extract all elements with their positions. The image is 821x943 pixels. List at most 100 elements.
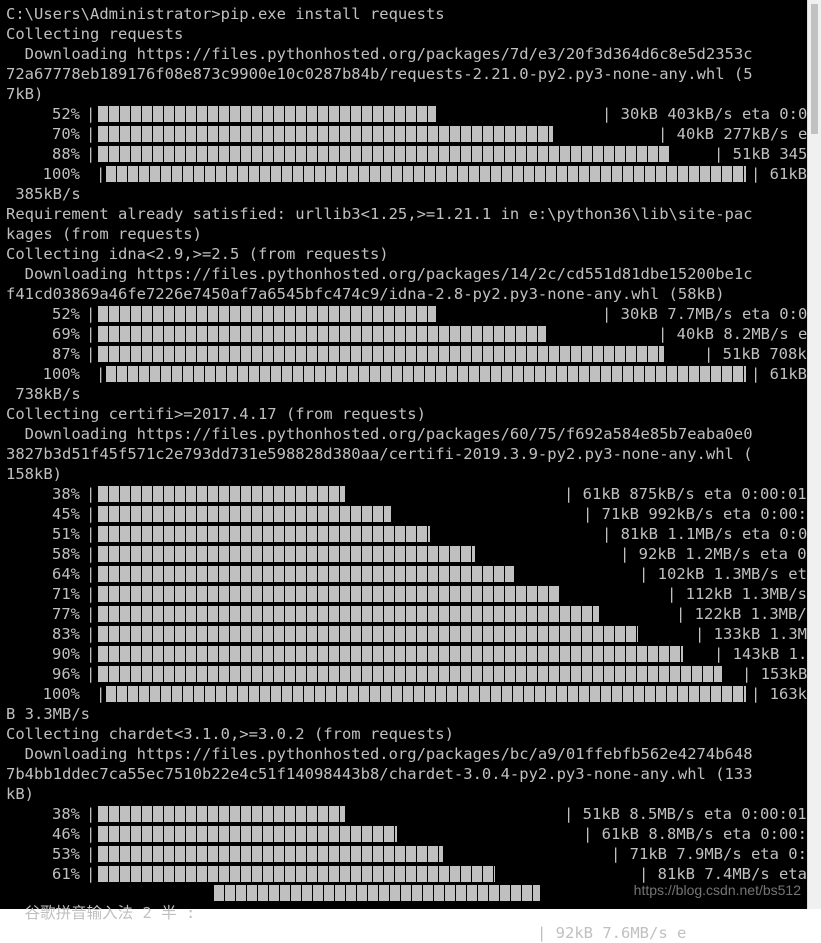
progress-bar-fill	[98, 326, 546, 342]
console-line: kB)	[6, 785, 34, 803]
progress-pipe: |	[86, 305, 96, 323]
progress-pipe: |	[86, 845, 96, 863]
progress-tail: | 30kB 403kB/s eta 0:0	[602, 105, 807, 123]
progress-tail: | 143kB 1.	[714, 645, 807, 663]
progress-tail: | 71kB 7.9MB/s eta 0:	[611, 845, 807, 863]
progress-tail: | 51kB 8.5MB/s eta 0:00:01	[564, 805, 807, 823]
progress-pipe: |	[86, 505, 96, 523]
progress-pipe: |	[86, 625, 96, 643]
console-line: 7kB)	[6, 85, 44, 103]
ime-progress-bar-fill	[214, 885, 540, 901]
progress-row: 71% | | 112kB 1.3MB/s	[0, 584, 807, 604]
progress-percent: 71%	[52, 585, 80, 603]
progress-row: 88% | | 51kB 345	[0, 144, 807, 164]
progress-tail: | 163k	[751, 685, 807, 703]
progress-row: 100% | | 163k	[0, 684, 807, 704]
progress-pipe: |	[96, 365, 106, 383]
progress-percent: 87%	[52, 345, 80, 363]
progress-bar-fill	[98, 646, 683, 662]
progress-pipe: |	[86, 105, 96, 123]
progress-row: 64% | | 102kB 1.3MB/s et	[0, 564, 807, 584]
progress-percent: 96%	[52, 665, 80, 683]
progress-bar-fill	[98, 106, 436, 122]
progress-tail: | 51kB 345	[714, 145, 807, 163]
progress-bar-fill	[98, 506, 391, 522]
progress-pipe: |	[86, 525, 96, 543]
progress-pipe: |	[96, 165, 106, 183]
progress-percent: 52%	[52, 105, 80, 123]
progress-bar-fill	[106, 366, 746, 382]
progress-row: 100% | | 61kB	[0, 164, 807, 184]
progress-tail: | 102kB 1.3MB/s et	[639, 565, 807, 583]
progress-bar-fill	[98, 486, 345, 502]
progress-percent: 61%	[52, 865, 80, 883]
progress-percent: 52%	[52, 305, 80, 323]
progress-bar-fill	[98, 606, 599, 622]
progress-row: 70% | | 40kB 277kB/s e	[0, 124, 807, 144]
vertical-scrollbar[interactable]	[807, 0, 821, 909]
scrollbar-thumb[interactable]	[811, 4, 818, 134]
progress-row: 61% | | 81kB 7.4MB/s eta	[0, 864, 807, 884]
progress-row: 100% | | 61kB	[0, 364, 807, 384]
progress-bar-fill	[98, 526, 430, 542]
console-line: 3827b3d51f45f571c2e793dd731e598828d380aa…	[6, 445, 753, 463]
console-line: Collecting certifi>=2017.4.17 (from requ…	[6, 405, 426, 423]
progress-percent: 38%	[52, 805, 80, 823]
progress-pipe: |	[86, 605, 96, 623]
progress-tail: | 81kB 7.4MB/s eta	[639, 865, 807, 883]
progress-percent: 53%	[52, 845, 80, 863]
progress-bar-fill	[98, 666, 722, 682]
progress-pipe: |	[86, 665, 96, 683]
progress-tail: | 112kB 1.3MB/s	[667, 585, 807, 603]
progress-pipe: |	[86, 645, 96, 663]
progress-tail: | 81kB 1.1MB/s eta 0:0	[602, 525, 807, 543]
progress-percent: 58%	[52, 545, 80, 563]
progress-percent: 45%	[52, 505, 80, 523]
progress-percent: 70%	[52, 125, 80, 143]
console-line: Downloading https://files.pythonhosted.o…	[6, 265, 753, 283]
console-window[interactable]: C:\Users\Administrator>pip.exe install r…	[0, 0, 807, 909]
progress-tail: | 133kB 1.3M	[695, 625, 807, 643]
progress-bar-fill	[98, 866, 495, 882]
progress-percent: 46%	[52, 825, 80, 843]
progress-pipe: |	[86, 865, 96, 883]
progress-row: 38% | | 51kB 8.5MB/s eta 0:00:01	[0, 804, 807, 824]
progress-tail: | 61kB 8.8MB/s eta 0:00:	[583, 825, 807, 843]
progress-percent: 88%	[52, 145, 80, 163]
progress-percent: 69%	[52, 325, 80, 343]
progress-pipe: |	[86, 145, 96, 163]
progress-tail: | 51kB 708k	[704, 345, 807, 363]
progress-percent: 64%	[52, 565, 80, 583]
progress-tail: | 153kB	[742, 665, 807, 683]
progress-row: 52% | | 30kB 403kB/s eta 0:0	[0, 104, 807, 124]
progress-row: 87% | | 51kB 708k	[0, 344, 807, 364]
progress-percent: 38%	[52, 485, 80, 503]
progress-bar-fill	[98, 126, 553, 142]
console-line: f41cd03869a46fe7226e7450af7a6545bfc474c9…	[6, 285, 725, 303]
progress-row: 83% | | 133kB 1.3M	[0, 624, 807, 644]
progress-row: 51% | | 81kB 1.1MB/s eta 0:0	[0, 524, 807, 544]
progress-row: 77% | | 122kB 1.3MB/	[0, 604, 807, 624]
progress-percent: 100%	[42, 165, 80, 183]
progress-row: 90% | | 143kB 1.	[0, 644, 807, 664]
progress-pipe: |	[86, 485, 96, 503]
console-line: Collecting requests	[6, 25, 184, 43]
progress-bar-fill	[98, 586, 560, 602]
console-line: Collecting chardet<3.1.0,>=3.0.2 (from r…	[6, 725, 454, 743]
progress-tail: | 61kB	[751, 165, 807, 183]
progress-pipe: |	[86, 345, 96, 363]
console-line: Downloading https://files.pythonhosted.o…	[6, 425, 753, 443]
progress-tail: | 40kB 277kB/s e	[658, 125, 807, 143]
progress-pipe: |	[86, 545, 96, 563]
console-line: 7b4bb1ddec7ca55ec7510b22e4c51f14098443b8…	[6, 765, 753, 783]
console-line: B 3.3MB/s	[6, 705, 90, 723]
progress-bar-fill	[98, 826, 397, 842]
progress-row: 58% | | 92kB 1.2MB/s eta 0	[0, 544, 807, 564]
progress-row: 96% | | 153kB	[0, 664, 807, 684]
progress-bar-fill	[98, 546, 475, 562]
watermark-url: https://blog.csdn.net/bs512	[633, 882, 801, 898]
progress-percent: 100%	[42, 365, 80, 383]
progress-row: 53% | | 71kB 7.9MB/s eta 0:	[0, 844, 807, 864]
progress-pipe: |	[86, 565, 96, 583]
progress-percent: 100%	[42, 685, 80, 703]
